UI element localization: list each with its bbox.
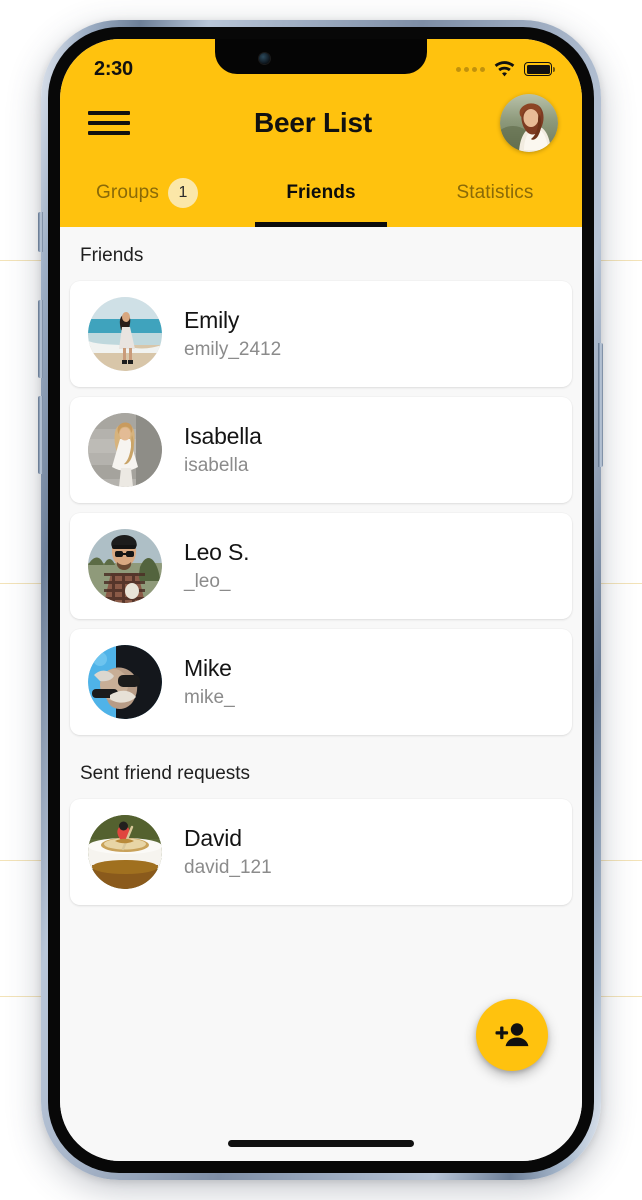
section-header-friends: Friends [80,245,144,266]
power-button[interactable] [598,343,603,467]
list-item-handle: emily_2412 [184,339,282,360]
phone-bezel: 2:30 Beer List Groups 1 Friends Statisti… [48,27,594,1173]
list-item-name: Emily [184,307,240,333]
person-add-icon [495,1021,529,1049]
list-item-handle: mike_ [184,687,235,708]
signal-dots-icon [456,66,485,72]
display-notch [215,39,427,74]
status-bar-indicators [456,60,555,78]
section-header-sent-requests: Sent friend requests [80,763,251,784]
avatar [88,645,162,719]
list-item-text: David david_121 [184,825,272,879]
list-item[interactable]: Emily emily_2412 [70,281,572,387]
phone-device: 2:30 Beer List Groups 1 Friends Statisti… [41,20,601,1180]
avatar [88,815,162,889]
avatar [88,529,162,603]
user-avatar[interactable] [500,94,558,152]
list-item-name: David [184,825,242,851]
phone-screen: 2:30 Beer List Groups 1 Friends Statisti… [60,39,582,1161]
tab-statistics[interactable]: Statistics [408,159,582,227]
silence-switch[interactable] [38,212,43,252]
list-item-name: Mike [184,655,232,681]
list-item-handle: david_121 [184,857,272,878]
tab-statistics-label: Statistics [456,182,534,203]
tab-friends-label: Friends [286,182,356,203]
tab-groups[interactable]: Groups 1 [60,159,234,227]
avatar [88,297,162,371]
home-indicator-bar[interactable] [228,1140,414,1147]
volume-up-button[interactable] [38,300,43,378]
list-item-text: Mike mike_ [184,655,235,709]
app-bar: Beer List [60,87,582,159]
battery-full-icon [524,62,555,76]
list-item-text: Isabella isabella [184,423,262,477]
tab-underline [254,222,388,227]
add-friend-fab[interactable] [476,999,548,1071]
page-title: Beer List [253,107,373,138]
list-item-text: Emily emily_2412 [184,307,281,361]
list-item-text: Leo S. _leo_ [184,539,249,593]
volume-down-button[interactable] [38,396,43,474]
list-item[interactable]: Isabella isabella [70,397,572,503]
list-item-name: Isabella [184,423,262,449]
tab-groups-badge: 1 [167,178,198,208]
front-camera-icon [259,53,270,64]
list-item[interactable]: Leo S. _leo_ [70,513,572,619]
list-item[interactable]: David david_121 [70,799,572,905]
list-item-handle: isabella [184,455,249,476]
tab-friends[interactable]: Friends [234,159,408,227]
list-item-handle: _leo_ [184,571,231,592]
wifi-icon [493,60,516,78]
tab-bar: Groups 1 Friends Statistics [60,159,582,227]
tab-groups-label: Groups [96,182,159,203]
avatar [88,413,162,487]
list-item-name: Leo S. [184,539,250,565]
screenshot-stage: 2:30 Beer List Groups 1 Friends Statisti… [0,0,642,1200]
status-bar-clock: 2:30 [94,57,133,80]
list-item[interactable]: Mike mike_ [70,629,572,735]
